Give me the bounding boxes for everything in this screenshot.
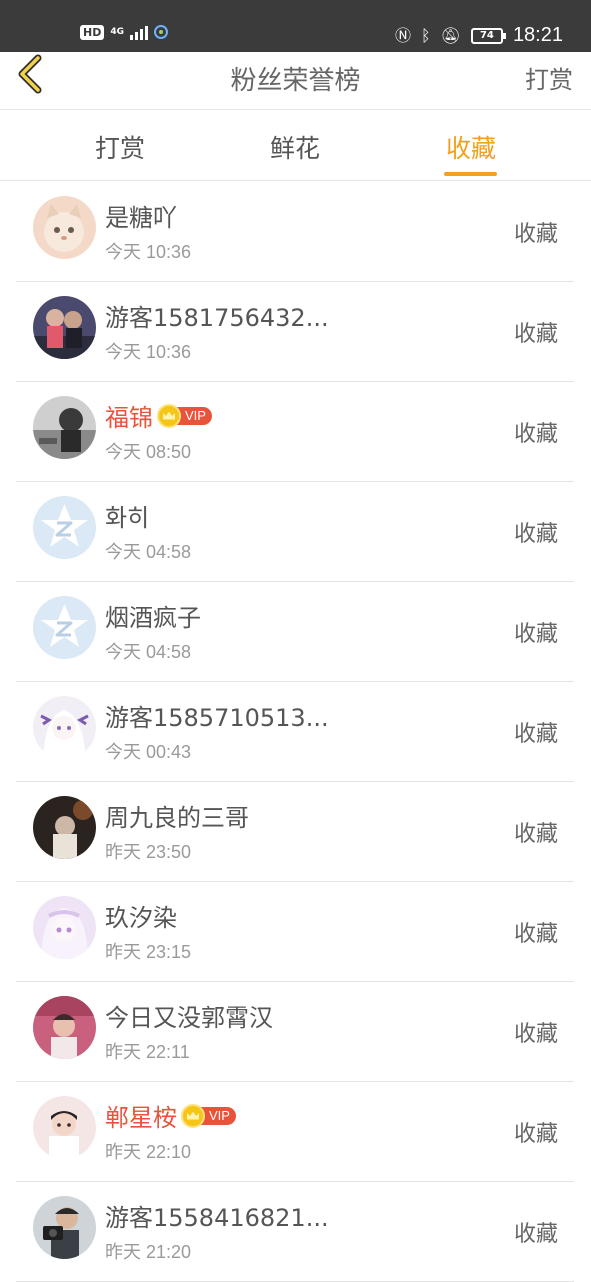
clock: 18:21 — [512, 24, 563, 46]
name-line: 화히 — [105, 498, 149, 533]
avatar[interactable] — [33, 396, 96, 459]
list-item[interactable]: 今日又没郭霄汉昨天 22:11 收藏 — [16, 982, 574, 1082]
user-name: 玖汐染 — [105, 904, 177, 932]
favorite-action-label: 收藏 — [513, 422, 558, 447]
timestamp: 昨天 22:11 — [105, 1042, 190, 1062]
fan-list: 是糖吖 今天 10:36 收藏 游客1581756432... 今天 10:36 收藏 福锦… — [0, 182, 591, 1282]
list-item[interactable]: 玖汐染昨天 23:15 收藏 — [16, 882, 574, 982]
timestamp: 今天 08:50 — [105, 442, 192, 462]
tab-bar: 打赏 鲜花 收藏 — [0, 111, 591, 181]
timestamp: 昨天 21:20 — [105, 1242, 192, 1262]
favorite-action-label: 收藏 — [513, 1122, 558, 1147]
list-item[interactable]: 周九良的三哥昨天 23:50 收藏 — [16, 782, 574, 882]
timestamp: 昨天 23:15 — [105, 942, 192, 962]
app-notification-icon — [154, 25, 169, 39]
name-line: 游客1585710513... — [105, 698, 329, 733]
avatar[interactable] — [33, 796, 96, 859]
tab-flowers[interactable]: 鲜花 — [235, 129, 355, 165]
favorite-action-label: 收藏 — [513, 922, 558, 947]
favorite-action-label: 收藏 — [513, 822, 558, 847]
hd-icon: HD — [80, 24, 105, 40]
user-name: 烟酒疯子 — [105, 604, 201, 632]
timestamp: 昨天 22:10 — [105, 1142, 192, 1162]
user-name: 游客1581756432... — [105, 304, 329, 332]
name-line: 玖汐染 — [105, 898, 177, 933]
user-name: 화히 — [105, 504, 150, 532]
avatar[interactable] — [33, 596, 96, 659]
tab-favorites[interactable]: 收藏 — [411, 129, 531, 165]
page-title: 粉丝荣誉榜 — [230, 66, 361, 96]
user-name: 今日又没郭霄汉 — [105, 1004, 273, 1032]
tab-reward[interactable]: 打赏 — [60, 129, 180, 165]
reward-button[interactable]: 打赏 — [525, 60, 573, 95]
list-item[interactable]: 游客1558416821... 昨天 21:20 收藏 — [16, 1182, 574, 1282]
name-line: 郸星桉 VIP — [105, 1098, 236, 1133]
user-name: 福锦 — [105, 404, 153, 432]
list-item[interactable]: 游客1585710513... 今天 00:43 收藏 — [16, 682, 574, 782]
status-left-icons: HD 4G — [80, 24, 169, 40]
network-type: 4G — [110, 26, 124, 37]
avatar[interactable] — [33, 1196, 96, 1259]
list-item[interactable]: 烟酒疯子今天 04:58 收藏 — [16, 582, 574, 682]
avatar[interactable] — [33, 696, 96, 759]
timestamp: 今天 04:58 — [105, 542, 192, 562]
user-name: 是糖吖 — [105, 204, 177, 232]
battery-icon: 74 — [470, 27, 506, 44]
list-item[interactable]: 福锦 VIP 今天 08:50 收藏 — [16, 382, 574, 482]
favorite-action-label: 收藏 — [513, 1222, 558, 1247]
mute-bell-icon: 🔕︎ — [440, 25, 461, 45]
user-name: 周九良的三哥 — [105, 804, 249, 832]
favorite-action-label: 收藏 — [513, 722, 558, 747]
name-line: 是糖吖 — [105, 198, 177, 233]
timestamp: 今天 10:36 — [105, 342, 192, 362]
name-line: 今日又没郭霄汉 — [105, 998, 273, 1033]
active-tab-indicator — [444, 172, 497, 176]
timestamp: 昨天 23:50 — [105, 842, 192, 862]
name-line: 烟酒疯子 — [105, 598, 201, 633]
avatar[interactable] — [33, 896, 96, 959]
user-name: 郸星桉 — [105, 1104, 177, 1132]
favorite-action-label: 收藏 — [513, 622, 558, 647]
vip-badge: VIP — [157, 403, 212, 428]
name-line: 游客1558416821... — [105, 1198, 329, 1233]
list-item[interactable]: 游客1581756432... 今天 10:36 收藏 — [16, 282, 574, 382]
favorite-action-label: 收藏 — [513, 222, 558, 247]
list-item[interactable]: 是糖吖今天 10:36 收藏 — [16, 182, 574, 282]
avatar[interactable] — [33, 1096, 96, 1159]
name-line: 周九良的三哥 — [105, 798, 249, 833]
crown-icon — [157, 403, 181, 428]
name-line: 游客1581756432... — [105, 298, 329, 333]
bluetooth-icon: ᛒ — [421, 25, 431, 45]
list-item[interactable]: 화히 今天 04:58 收藏 — [16, 482, 574, 582]
favorite-action-label: 收藏 — [513, 1022, 558, 1047]
nfc-icon: Ⓝ — [395, 25, 412, 45]
status-right-icons: Ⓝ ᛒ 🔕︎ 74 18:21 — [395, 24, 563, 47]
timestamp: 今天 00:43 — [105, 742, 192, 762]
nav-header: 粉丝荣誉榜 打赏 — [0, 52, 591, 110]
user-name: 游客1558416821... — [105, 1204, 329, 1232]
user-name: 游客1585710513... — [105, 704, 329, 732]
status-bar: HD 4G Ⓝ ᛒ 🔕︎ 74 18:21 — [0, 0, 591, 60]
favorite-action-label: 收藏 — [513, 522, 558, 547]
timestamp: 今天 04:58 — [105, 642, 192, 662]
crown-icon — [181, 1103, 205, 1128]
name-line: 福锦 VIP — [105, 398, 212, 433]
avatar[interactable] — [33, 296, 96, 359]
avatar[interactable] — [33, 996, 96, 1059]
avatar[interactable] — [33, 196, 96, 259]
favorite-action-label: 收藏 — [513, 322, 558, 347]
vip-badge: VIP — [181, 1103, 236, 1128]
avatar[interactable] — [33, 496, 96, 559]
timestamp: 今天 10:36 — [105, 242, 192, 262]
list-item[interactable]: 郸星桉 VIP 昨天 22:10 收藏 — [16, 1082, 574, 1182]
signal-icon — [130, 24, 149, 40]
